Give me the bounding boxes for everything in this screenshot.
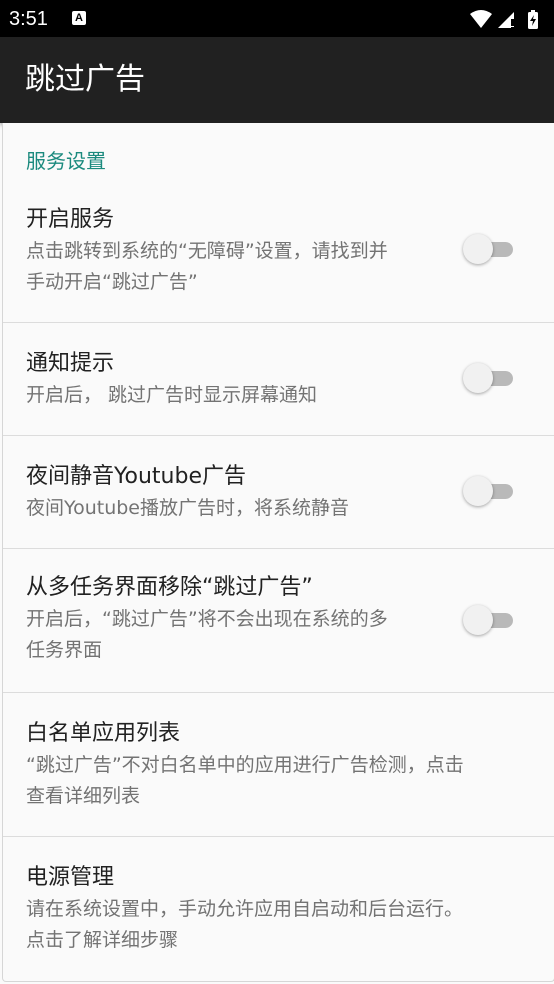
wifi-icon — [470, 10, 492, 28]
status-icons — [468, 8, 548, 30]
status-time: 3:51 — [9, 8, 48, 30]
app-title: 跳过广告 — [25, 62, 145, 97]
pref-title: 通知提示 — [26, 351, 115, 376]
pref-power-management[interactable]: 电源管理 请在系统设置中，手动允许应用自启动和后台运行。 点击了解详细步骤 — [3, 837, 554, 980]
switch-thumb — [463, 363, 493, 393]
pref-enable-service[interactable]: 开启服务 点击跳转到系统的“无障碍”设置，请找到并 手动开启“跳过广告” — [3, 196, 554, 322]
switch-thumb — [463, 234, 493, 264]
pref-summary: 夜间Youtube播放广告时，将系统静音 — [26, 497, 349, 519]
switch-thumb — [463, 605, 493, 635]
switch-thumb — [463, 476, 493, 506]
night-mute-switch[interactable] — [463, 475, 515, 507]
category-header: 服务设置 — [26, 149, 106, 173]
battery-charging-icon — [528, 10, 538, 29]
notification-a-letter: A — [75, 12, 83, 24]
pref-title: 开启服务 — [26, 207, 115, 232]
pref-title: 电源管理 — [26, 865, 115, 890]
enable-service-switch[interactable] — [463, 233, 515, 265]
pref-night-mute-youtube[interactable]: 夜间静音Youtube广告 夜间Youtube播放广告时，将系统静音 — [3, 436, 554, 548]
cell-signal-icon — [498, 12, 514, 28]
pref-whitelist[interactable]: 白名单应用列表 “跳过广告”不对白名单中的应用进行广告检测，点击 查看详细列表 — [3, 693, 554, 836]
notification-switch[interactable] — [463, 362, 515, 394]
settings-list: 服务设置 开启服务 点击跳转到系统的“无障碍”设置，请找到并 手动开启“跳过广告… — [2, 123, 554, 982]
notification-a-icon: A — [72, 11, 86, 25]
pref-title: 从多任务界面移除“跳过广告” — [26, 575, 313, 600]
pref-summary: 点击跳转到系统的“无障碍”设置，请找到并 手动开启“跳过广告” — [26, 240, 388, 293]
pref-title: 夜间静音Youtube广告 — [26, 464, 246, 489]
hide-recents-switch[interactable] — [463, 604, 515, 636]
pref-summary: “跳过广告”不对白名单中的应用进行广告检测，点击 查看详细列表 — [26, 754, 464, 807]
app-bar: 跳过广告 — [0, 37, 554, 123]
pref-summary: 请在系统设置中，手动允许应用自启动和后台运行。 点击了解详细步骤 — [26, 898, 464, 951]
status-bar: 3:51 A — [0, 0, 554, 37]
pref-notification[interactable]: 通知提示 开启后， 跳过广告时显示屏幕通知 — [3, 323, 554, 435]
pref-hide-from-recents[interactable]: 从多任务界面移除“跳过广告” 开启后，“跳过广告”将不会出现在系统的多 任务界面 — [3, 549, 554, 692]
pref-summary: 开启后，“跳过广告”将不会出现在系统的多 任务界面 — [26, 608, 388, 661]
pref-title: 白名单应用列表 — [26, 721, 181, 746]
pref-summary: 开启后， 跳过广告时显示屏幕通知 — [26, 384, 318, 406]
